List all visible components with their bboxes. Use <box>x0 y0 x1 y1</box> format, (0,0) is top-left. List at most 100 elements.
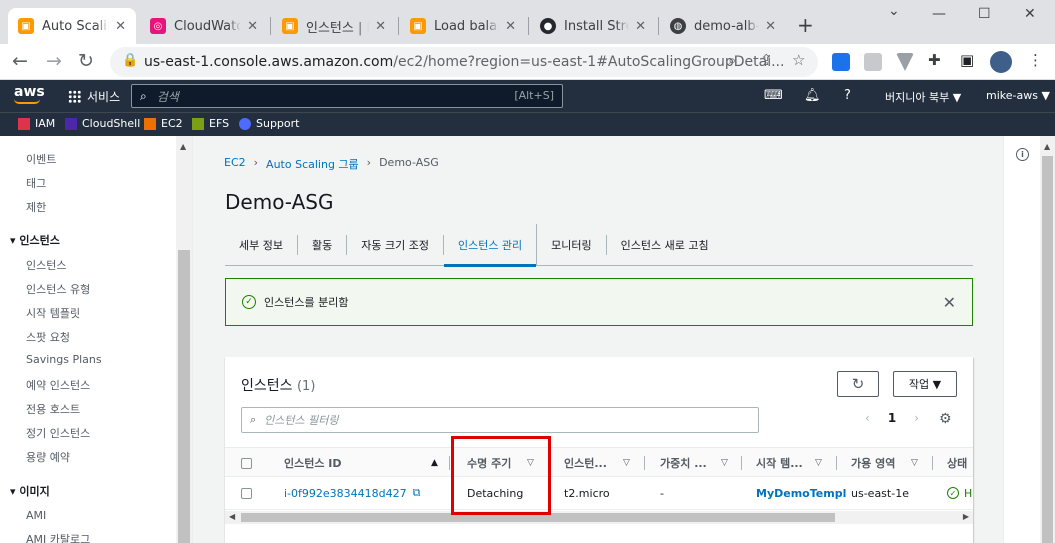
sidebar-item-scheduled-instances[interactable]: 정기 인스턴스 <box>26 425 90 441</box>
page-number[interactable]: 1 <box>888 411 896 425</box>
close-icon[interactable]: ✕ <box>765 19 776 34</box>
chevron-right-icon[interactable]: › <box>914 411 919 425</box>
gear-icon[interactable]: ⚙ <box>939 411 952 427</box>
tab-details[interactable]: 세부 정보 <box>225 234 298 255</box>
table-horizontal-scrollbar[interactable]: ◀ ▶ <box>225 511 973 524</box>
sort-down-icon[interactable]: ▽ <box>815 458 822 468</box>
browser-tab-1[interactable]: ▣ Auto Scaling ✕ <box>8 8 136 44</box>
favorite-efs[interactable]: EFS <box>192 117 229 130</box>
launch-template-link[interactable]: MyDemoTempl <box>756 478 846 508</box>
aws-logo[interactable]: aws <box>14 84 45 104</box>
favorite-cloudshell[interactable]: CloudShell <box>65 117 140 130</box>
minimize-button[interactable]: — <box>932 6 946 22</box>
column-status[interactable]: 상태 <box>947 448 967 478</box>
sidebar-item-events[interactable]: 이벤트 <box>26 151 56 167</box>
close-icon[interactable]: ✕ <box>505 19 516 34</box>
extension-icon[interactable] <box>864 53 882 71</box>
actions-button[interactable]: 작업 ▼ <box>893 371 957 397</box>
star-icon[interactable]: ☆ <box>792 51 805 69</box>
close-icon[interactable]: ✕ <box>375 19 386 34</box>
sidebar-item-tags[interactable]: 태그 <box>26 175 46 191</box>
puzzle-icon[interactable]: ✚ <box>928 51 941 69</box>
sidebar-item-ami-catalog[interactable]: AMI 카탈로그 <box>26 531 90 543</box>
select-all-checkbox[interactable] <box>241 448 252 478</box>
browser-tab-5[interactable]: ● Install Stres ✕ <box>530 8 656 44</box>
tab-activity[interactable]: 활동 <box>298 234 348 255</box>
breadcrumb-ec2[interactable]: EC2 <box>224 156 246 172</box>
tab-instance-refresh[interactable]: 인스턴스 새로 고침 <box>607 235 723 255</box>
page-scrollbar[interactable]: ▲ <box>1040 136 1055 543</box>
browser-tab-3[interactable]: ▣ 인스턴스 | E ✕ <box>272 8 396 44</box>
tab-automatic-scaling[interactable]: 자동 크기 조정 <box>347 234 444 255</box>
instance-filter-input[interactable]: ⌕ 인스턴스 필터링 <box>241 407 759 433</box>
close-icon[interactable]: ✕ <box>247 19 258 34</box>
column-availability-zone[interactable]: 가용 영역 <box>851 448 895 478</box>
favorite-ec2[interactable]: EC2 <box>144 117 183 130</box>
browser-tab-2[interactable]: ◎ CloudWatch ✕ <box>140 8 268 44</box>
favorite-support[interactable]: Support <box>239 117 299 130</box>
account-menu[interactable]: mike-aws ▼ <box>986 89 1050 102</box>
share-icon[interactable]: ⇪ <box>760 51 773 69</box>
sidebar-scrollbar[interactable]: ▲ <box>176 136 192 543</box>
sidebar-item-reserved-instances[interactable]: 예약 인스턴스 <box>26 377 90 393</box>
tab-instance-management[interactable]: 인스턴스 관리 <box>443 223 538 267</box>
sort-down-icon[interactable]: ▽ <box>721 458 728 468</box>
help-icon[interactable]: ? <box>844 88 851 103</box>
info-icon[interactable]: i <box>1016 148 1029 161</box>
sidebar-item-capacity-reservations[interactable]: 용량 예약 <box>26 449 70 465</box>
close-icon[interactable]: ✕ <box>943 293 956 312</box>
favorite-iam[interactable]: IAM <box>18 117 55 130</box>
vimeo-extension-icon[interactable] <box>896 53 914 71</box>
translate-extension-icon[interactable] <box>832 53 850 71</box>
sidebar-item-dedicated-hosts[interactable]: 전용 호스트 <box>26 401 80 417</box>
github-icon: ● <box>540 18 556 34</box>
column-instance-type[interactable]: 인스턴... <box>564 448 607 478</box>
services-menu[interactable]: 서비스 <box>68 88 120 105</box>
menu-dots-icon[interactable]: ⋮ <box>1028 51 1043 69</box>
sidebar-item-instances[interactable]: 인스턴스 <box>26 257 66 273</box>
column-launch-template[interactable]: 시작 템... <box>756 448 803 478</box>
zoom-icon[interactable]: ⌕ <box>728 51 736 69</box>
browser-tab-6[interactable]: ◍ demo-alb-8 ✕ <box>660 8 786 44</box>
region-selector[interactable]: 버지니아 북부 ▼ <box>885 89 961 105</box>
close-icon[interactable]: ✕ <box>635 19 646 34</box>
address-bar[interactable]: 🔒 us-east-1.console.aws.amazon.com/ec2/h… <box>110 47 818 77</box>
sort-down-icon[interactable]: ▽ <box>911 458 918 468</box>
new-tab-button[interactable]: + <box>797 13 814 37</box>
support-icon <box>239 117 251 130</box>
sidebar-section-images[interactable]: ▾ 이미지 <box>10 483 50 499</box>
window-close-button[interactable]: ✕ <box>1024 6 1036 22</box>
sidebar-section-instances[interactable]: ▾ 인스턴스 <box>10 232 60 248</box>
browser-tab-4[interactable]: ▣ Load balanc ✕ <box>400 8 526 44</box>
table-row[interactable]: i-0f992e3834418d427 ⧉ Detaching t2.micro … <box>225 478 973 510</box>
close-icon[interactable]: ✕ <box>115 19 126 34</box>
refresh-button[interactable]: ↻ <box>837 371 879 397</box>
tab-monitoring[interactable]: 모니터링 <box>537 234 607 255</box>
sort-up-icon[interactable]: ▲ <box>431 458 438 468</box>
aws-search-input[interactable]: ⌕ 검색 [Alt+S] <box>131 84 563 108</box>
sidepanel-icon[interactable]: ▣ <box>960 51 974 69</box>
instance-id-link[interactable]: i-0f992e3834418d427 ⧉ <box>284 478 421 508</box>
sidebar-item-spot-requests[interactable]: 스팟 요청 <box>26 329 70 345</box>
column-weight[interactable]: 가중치 ... <box>660 448 707 478</box>
sidebar-item-limits[interactable]: 제한 <box>26 199 46 215</box>
sidebar-item-savings-plans[interactable]: Savings Plans <box>26 353 102 366</box>
sidebar-item-ami[interactable]: AMI <box>26 509 46 522</box>
maximize-button[interactable]: ☐ <box>978 6 991 22</box>
bell-icon[interactable]: 🔔︎ <box>804 88 821 103</box>
breadcrumb-asg[interactable]: Auto Scaling 그룹 <box>266 156 359 172</box>
sort-down-icon[interactable]: ▽ <box>623 458 630 468</box>
chevron-down-icon[interactable]: ⌄ <box>888 3 900 19</box>
cloudshell-icon[interactable]: ⌨ <box>764 88 783 103</box>
aws-console-header: aws 서비스 ⌕ 검색 [Alt+S] ⌨ 🔔︎ ? 버지니아 북부 ▼ mi… <box>0 80 1055 112</box>
forward-arrow-icon[interactable]: → <box>46 50 62 72</box>
avatar[interactable] <box>990 51 1012 73</box>
row-checkbox[interactable] <box>241 478 252 508</box>
sidebar-item-launch-templates[interactable]: 시작 템플릿 <box>26 305 80 321</box>
column-instance-id[interactable]: 인스턴스 ID <box>284 448 342 478</box>
az-cell: us-east-1e <box>851 486 909 500</box>
back-arrow-icon[interactable]: ← <box>12 50 28 72</box>
chevron-left-icon[interactable]: ‹ <box>865 411 870 425</box>
sidebar-item-instance-types[interactable]: 인스턴스 유형 <box>26 281 90 297</box>
reload-icon[interactable]: ↻ <box>78 50 94 72</box>
